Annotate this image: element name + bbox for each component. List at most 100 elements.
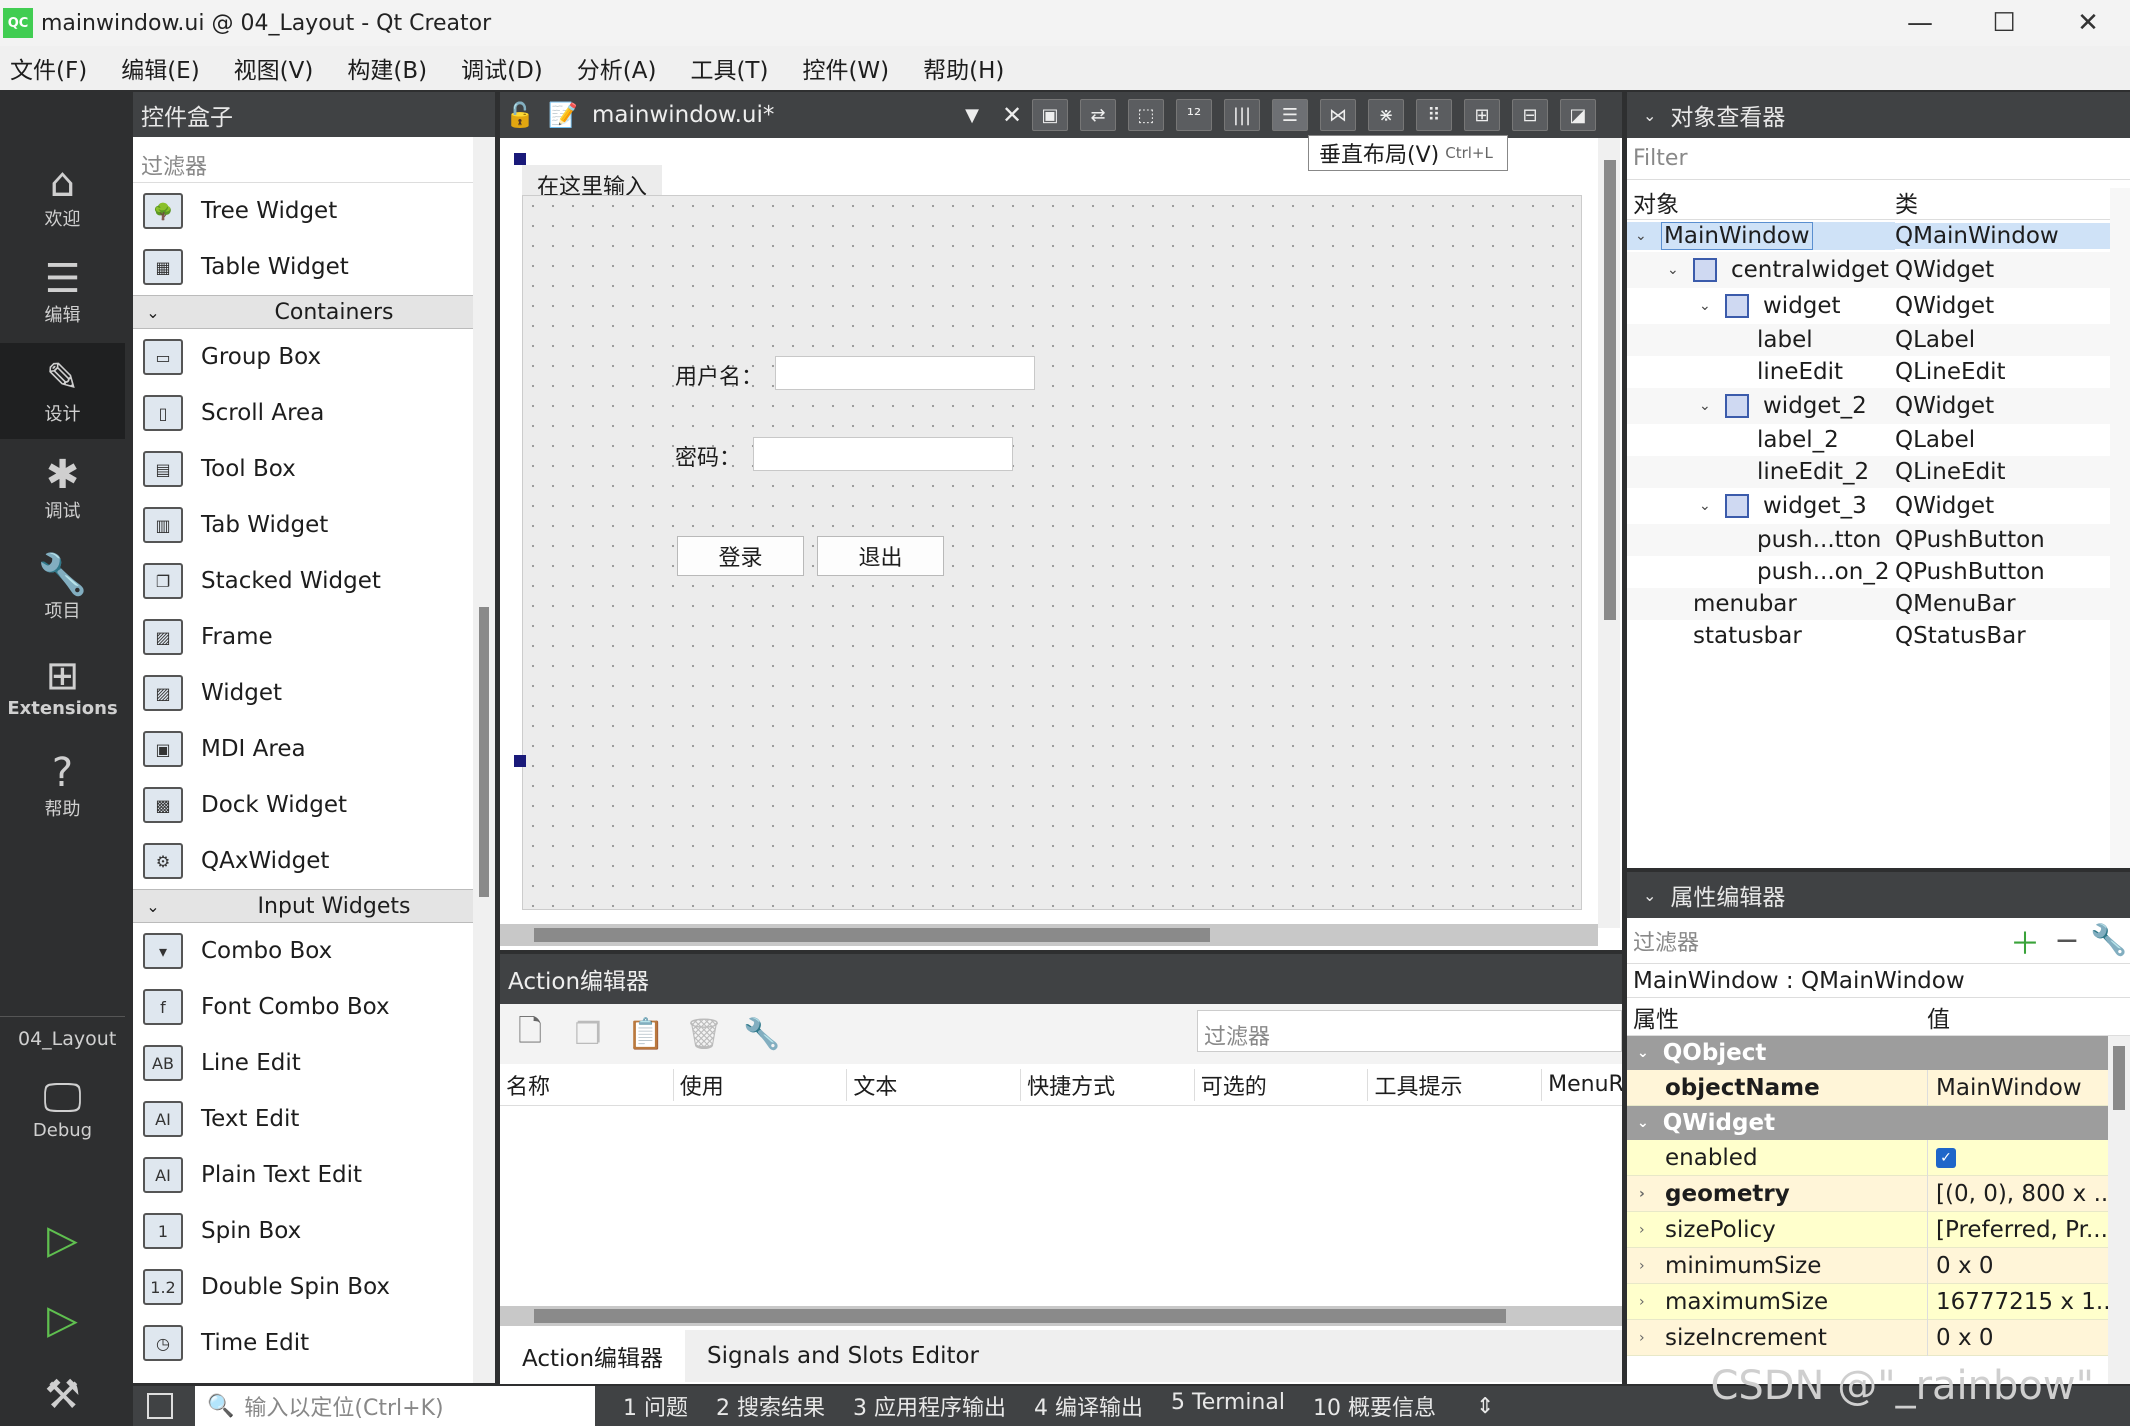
widgetbox-item[interactable]: ▥ Tab Widget: [133, 497, 495, 553]
kit-selector[interactable]: 🖵 Debug: [0, 1060, 125, 1156]
object-tree-row[interactable]: lineEdit_2 QLineEdit: [1627, 456, 2130, 488]
edit-tab-order-icon[interactable]: ¹²: [1176, 99, 1212, 131]
edit-signals-icon[interactable]: ⇄: [1080, 99, 1116, 131]
canvas-vscrollbar[interactable]: [1598, 138, 1620, 928]
tree-expand-icon[interactable]: ⌄: [1699, 498, 1713, 514]
login-button[interactable]: 登录: [677, 536, 804, 576]
col-property[interactable]: 属性: [1627, 1000, 1927, 1034]
widgetbox-item[interactable]: ▤ Tool Box: [133, 441, 495, 497]
widgetbox-item[interactable]: ⚙ QAxWidget: [133, 833, 495, 889]
adjust-size-icon[interactable]: ◪: [1560, 99, 1596, 131]
property-row-minimumSize[interactable]: › minimumSize 0 x 0: [1627, 1247, 2130, 1284]
object-tree-row[interactable]: ⌄ centralwidget QWidget: [1627, 252, 2130, 288]
menu-file[interactable]: 文件(F): [10, 51, 87, 85]
minimize-button[interactable]: —: [1878, 0, 1962, 46]
password-lineedit[interactable]: [753, 437, 1013, 471]
tree-expand-icon[interactable]: ⌄: [1635, 228, 1649, 244]
output-pane-tab[interactable]: 10 概要信息: [1313, 1390, 1436, 1422]
menu-tools[interactable]: 工具(T): [690, 51, 768, 85]
debug-run-button[interactable]: ▷: [0, 1280, 125, 1360]
col-menurole[interactable]: MenuR: [1542, 1072, 1622, 1097]
chevron-down-icon[interactable]: ⌄: [1643, 886, 1656, 905]
widgetbox-item[interactable]: f Font Combo Box: [133, 979, 495, 1035]
run-button[interactable]: ▷: [0, 1200, 125, 1280]
chevron-right-icon[interactable]: ›: [1639, 1294, 1645, 1310]
object-tree-row[interactable]: push...tton QPushButton: [1627, 524, 2130, 556]
property-row-geometry[interactable]: › geometry [(0, 0), 800 x ...: [1627, 1175, 2130, 1212]
widgetbox-item[interactable]: ▯ Scroll Area: [133, 385, 495, 441]
action-filter-input[interactable]: 过滤器: [1197, 1010, 1622, 1052]
widgetbox-item[interactable]: ❐ Stacked Widget: [133, 553, 495, 609]
category-input-widgets[interactable]: ⌄ Input Widgets: [133, 889, 495, 923]
tree-expand-icon[interactable]: ⌄: [1667, 262, 1681, 278]
exit-button[interactable]: 退出: [817, 536, 944, 576]
col-used[interactable]: 使用: [674, 1068, 848, 1101]
tree-expand-icon[interactable]: ⌄: [1699, 398, 1713, 414]
widgetbox-filter-input[interactable]: 过滤器: [133, 137, 495, 183]
widgetbox-item[interactable]: AI Text Edit: [133, 1091, 495, 1147]
grid-layout-icon[interactable]: ⊞: [1464, 99, 1500, 131]
paste-action-icon[interactable]: 📋: [626, 1014, 666, 1054]
tree-expand-icon[interactable]: ⌄: [1699, 298, 1713, 314]
vertical-splitter-icon[interactable]: ⋇: [1368, 99, 1404, 131]
enabled-checkbox[interactable]: ✓: [1936, 1147, 1956, 1168]
widgetbox-item[interactable]: 🌳 Tree Widget: [133, 183, 495, 239]
close-document-icon[interactable]: ✕: [992, 101, 1032, 129]
chevron-right-icon[interactable]: ›: [1639, 1222, 1645, 1238]
configure-wrench-icon[interactable]: 🔧: [2088, 923, 2130, 958]
action-hscrollbar[interactable]: [500, 1306, 1622, 1326]
tab-action-editor[interactable]: Action编辑器: [500, 1330, 686, 1382]
widgetbox-item[interactable]: ▨ Widget: [133, 665, 495, 721]
menu-edit[interactable]: 编辑(E): [121, 51, 199, 85]
widgetbox-item[interactable]: AI Plain Text Edit: [133, 1147, 495, 1203]
configure-icon[interactable]: 🔧: [742, 1014, 782, 1054]
output-pane-tab[interactable]: 4 编译输出: [1034, 1390, 1143, 1422]
copy-action-icon[interactable]: ❐: [568, 1014, 608, 1054]
locator-input[interactable]: 🔍 输入以定位(Ctrl+K): [195, 1386, 595, 1426]
col-name[interactable]: 名称: [500, 1068, 674, 1101]
menu-analyze[interactable]: 分析(A): [577, 51, 657, 85]
widgetbox-item[interactable]: ▭ Group Box: [133, 329, 495, 385]
close-button[interactable]: ✕: [2046, 0, 2130, 46]
widgetbox-item[interactable]: ▩ Dock Widget: [133, 777, 495, 833]
build-button[interactable]: ⚒: [0, 1355, 125, 1426]
col-class[interactable]: 类: [1895, 185, 1918, 219]
property-objectname[interactable]: objectName MainWindow: [1627, 1069, 2130, 1106]
widgetbox-item[interactable]: ▣ MDI Area: [133, 721, 495, 777]
widgetbox-item[interactable]: ◷ Time Edit: [133, 1315, 495, 1371]
chevron-down-icon[interactable]: ▼: [952, 105, 992, 126]
property-row-sizeIncrement[interactable]: › sizeIncrement 0 x 0: [1627, 1319, 2130, 1356]
col-shortcut[interactable]: 快捷方式: [1021, 1068, 1195, 1101]
menu-type-here[interactable]: 在这里输入: [522, 165, 662, 200]
mode-design[interactable]: ✎ 设计: [0, 343, 125, 439]
category-containers[interactable]: ⌄ Containers: [133, 295, 495, 329]
group-qwidget[interactable]: ⌄ QWidget: [1627, 1106, 2130, 1140]
canvas-hscrollbar[interactable]: [500, 924, 1598, 946]
object-tree-scrollbar[interactable]: [2110, 188, 2130, 868]
output-pane-tab[interactable]: 5 Terminal: [1171, 1390, 1285, 1422]
object-tree-row[interactable]: push...on_2 QPushButton: [1627, 556, 2130, 588]
property-filter-input[interactable]: 过滤器: [1627, 925, 2004, 957]
chevron-right-icon[interactable]: ›: [1639, 1258, 1645, 1274]
property-row-sizePolicy[interactable]: › sizePolicy [Preferred, Pr...: [1627, 1211, 2130, 1248]
object-tree-row[interactable]: statusbar QStatusBar: [1627, 620, 2130, 652]
chevron-right-icon[interactable]: ›: [1639, 1186, 1645, 1202]
widgetbox-item[interactable]: ▦ Table Widget: [133, 239, 495, 295]
object-tree-row[interactable]: menubar QMenuBar: [1627, 588, 2130, 620]
maximize-button[interactable]: ☐: [1962, 0, 2046, 46]
col-value[interactable]: 值: [1927, 1000, 1950, 1034]
horizontal-splitter-icon[interactable]: ⋈: [1320, 99, 1356, 131]
object-tree-row[interactable]: ⌄ MainWindow QMainWindow: [1627, 220, 2130, 252]
widgetbox-item[interactable]: AB Line Edit: [133, 1035, 495, 1091]
mode-welcome[interactable]: ⌂ 欢迎: [0, 148, 125, 244]
object-tree-row[interactable]: ⌄ widget_2 QWidget: [1627, 388, 2130, 424]
remove-property-icon[interactable]: −: [2046, 923, 2088, 958]
col-object[interactable]: 对象: [1627, 185, 1895, 219]
toggle-sidebar-icon[interactable]: [147, 1393, 173, 1419]
new-action-icon[interactable]: 🗋: [510, 1014, 550, 1054]
add-property-icon[interactable]: ＋: [2004, 919, 2046, 963]
menu-help[interactable]: 帮助(H): [923, 51, 1004, 85]
col-text[interactable]: 文本: [847, 1068, 1022, 1101]
property-row-enabled[interactable]: enabled ✓: [1627, 1139, 2130, 1176]
object-tree-row[interactable]: label QLabel: [1627, 324, 2130, 356]
